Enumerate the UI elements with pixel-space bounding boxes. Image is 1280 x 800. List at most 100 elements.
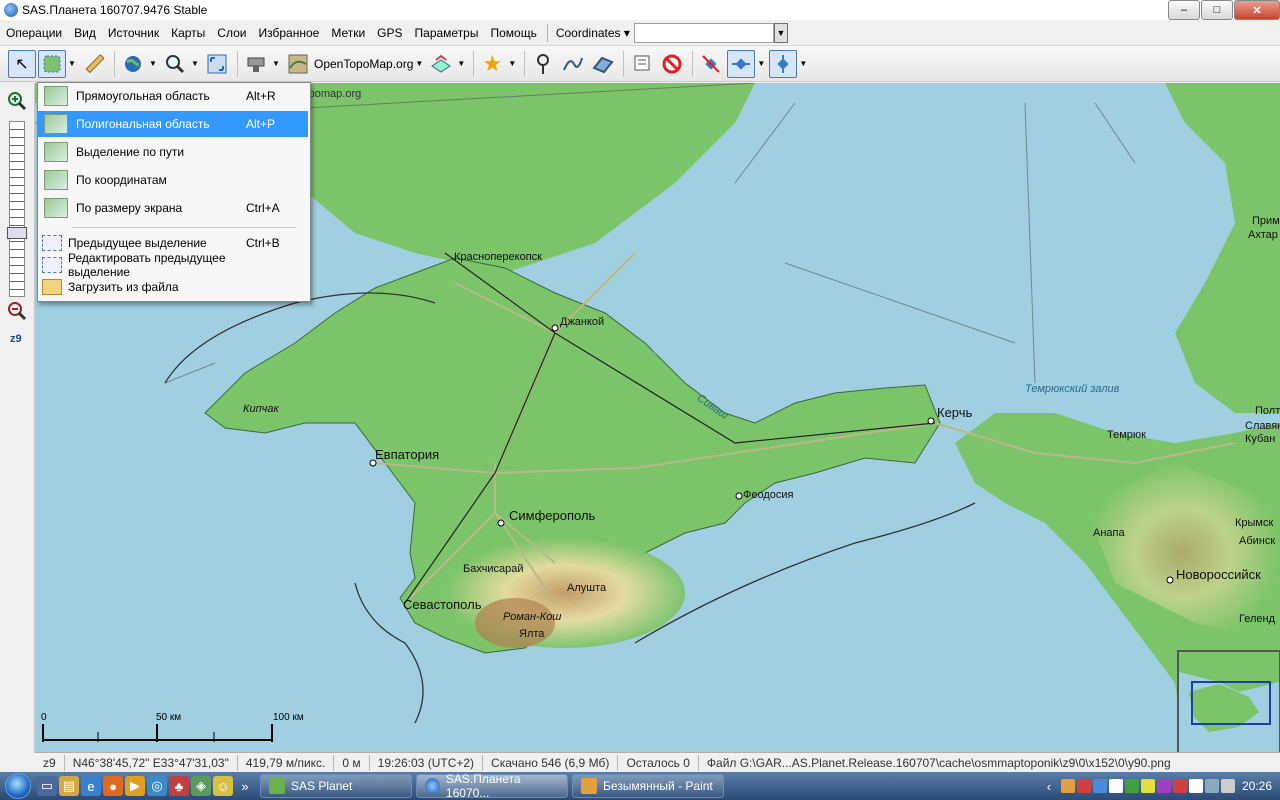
pointer-tool-button[interactable]: ↖	[8, 49, 36, 78]
selection-tool-button[interactable]	[38, 49, 66, 78]
gps-track-button[interactable]	[769, 49, 798, 78]
label-slavyan: Славян	[1245, 420, 1280, 432]
app-icon-1[interactable]: ◎	[147, 776, 167, 796]
tray-expand-icon[interactable]: ‹	[1039, 776, 1059, 796]
coordinates-dropdown[interactable]: Coordinates ▾	[552, 26, 634, 40]
menu-view[interactable]: Вид	[68, 26, 102, 40]
map-source-icon-button[interactable]	[284, 50, 312, 78]
minimap[interactable]	[1177, 650, 1280, 756]
selection-dropdown-menu: Прямоугольная область Alt+R Полигональна…	[37, 82, 311, 302]
app-icon-3[interactable]: ◈	[191, 776, 211, 796]
menu-source[interactable]: Источник	[102, 26, 165, 40]
add-placemark-button[interactable]	[529, 50, 557, 78]
zoom-in-button[interactable]	[7, 91, 27, 114]
system-tray: ‹ 20:26	[1038, 772, 1280, 800]
label-prim: Прим	[1252, 215, 1280, 227]
quick-launch-more-icon[interactable]: »	[235, 776, 255, 796]
network-icon[interactable]	[1204, 779, 1219, 793]
zoom-out-button[interactable]	[7, 301, 27, 324]
ie-icon[interactable]: e	[81, 776, 101, 796]
menu-layers[interactable]: Слои	[211, 26, 252, 40]
layers-dropdown-arrow[interactable]: ▼	[457, 59, 465, 68]
close-button[interactable]: ✕	[1234, 0, 1280, 20]
taskbar-button-paint[interactable]: Безымянный - Paint	[572, 774, 724, 798]
menu-marks[interactable]: Метки	[325, 26, 371, 40]
maximize-button[interactable]: □	[1201, 0, 1233, 20]
favorites-button[interactable]: ★	[478, 50, 506, 78]
map-source-label[interactable]: OpenTopoMap.org	[314, 57, 413, 71]
label-temryuk-bay: Темрюкский залив	[1025, 383, 1120, 395]
label-akhtar: Ахтар	[1248, 229, 1278, 241]
menu-item-edit-previous-selection[interactable]: Редактировать предыдущее выделение	[38, 251, 308, 279]
app-icon-2[interactable]: ♣	[169, 776, 189, 796]
minimize-button[interactable]: –	[1168, 0, 1200, 20]
zoom-slider-thumb[interactable]	[7, 227, 27, 239]
taskbar-button-sas-planeta[interactable]: SAS.Планета 16070...	[416, 772, 568, 800]
label-feodosia: Феодосия	[743, 489, 794, 501]
volume-icon[interactable]	[1220, 779, 1235, 793]
menu-gps[interactable]: GPS	[371, 26, 408, 40]
taskbar-button-sas-planet[interactable]: SAS Planet	[260, 774, 412, 798]
menu-maps[interactable]: Карты	[165, 26, 211, 40]
map-source-dropdown-arrow[interactable]: ▼	[415, 59, 423, 68]
tray-icon-1[interactable]	[1060, 779, 1075, 793]
zoom-slider[interactable]	[9, 121, 25, 297]
toolbar-separator	[237, 50, 238, 77]
menu-item-by-screen-size[interactable]: По размеру экрана Ctrl+A	[38, 195, 308, 221]
toolbar-separator	[524, 50, 526, 77]
gps-track-dropdown-arrow[interactable]: ▼	[799, 59, 807, 68]
status-coordinates: N46°38'45,72" E33°47'31,03"	[65, 755, 238, 771]
firefox-icon[interactable]: ●	[103, 776, 123, 796]
media-player-icon[interactable]: ▶	[125, 776, 145, 796]
taskbar-clock[interactable]: 20:26	[1242, 779, 1272, 793]
menu-item-polygon-area[interactable]: Полигональная область Alt+P	[38, 111, 308, 137]
tray-icon-6[interactable]	[1140, 779, 1155, 793]
globe-button[interactable]	[119, 50, 147, 78]
menu-item-rectangle-area[interactable]: Прямоугольная область Alt+R	[38, 83, 308, 109]
layers-button[interactable]	[427, 50, 455, 78]
menu-operations[interactable]: Операции	[0, 26, 68, 40]
label-kuban: Кубан	[1245, 433, 1276, 445]
coordinates-input-dropdown[interactable]: ▼	[773, 23, 788, 43]
satellite-dropdown-arrow[interactable]: ▼	[272, 59, 280, 68]
fullscreen-icon	[207, 54, 227, 73]
fullscreen-button[interactable]	[203, 50, 231, 78]
tray-icon-8[interactable]	[1172, 779, 1187, 793]
menu-help[interactable]: Помощь	[484, 26, 542, 40]
menu-item-load-from-file[interactable]: Загрузить из файла	[38, 276, 308, 298]
explorer-icon[interactable]: ▤	[59, 776, 79, 796]
menu-item-by-coordinates[interactable]: По координатам	[38, 167, 308, 193]
tray-icon-2[interactable]	[1076, 779, 1091, 793]
add-path-button[interactable]	[559, 50, 587, 78]
gps-dropdown-arrow[interactable]: ▼	[757, 59, 765, 68]
tray-icon-9[interactable]	[1188, 779, 1203, 793]
tray-icon-3[interactable]	[1092, 779, 1107, 793]
tray-icon-5[interactable]	[1124, 779, 1139, 793]
zoom-dropdown-arrow[interactable]: ▼	[191, 59, 199, 68]
zoom-button[interactable]	[161, 50, 189, 78]
show-desktop-icon[interactable]: ▭	[37, 776, 57, 796]
coordinates-input[interactable]	[633, 23, 774, 43]
hide-marks-button[interactable]	[658, 50, 686, 78]
menu-item-path-selection[interactable]: Выделение по пути	[38, 139, 308, 165]
tray-icon-7[interactable]	[1156, 779, 1171, 793]
gps-satellite-icon	[732, 57, 751, 70]
gps-connect-button[interactable]	[727, 49, 756, 78]
gps-off-button[interactable]	[697, 50, 725, 78]
add-polygon-button[interactable]	[589, 50, 617, 78]
label-kerch: Керчь	[937, 405, 973, 420]
globe-dropdown-arrow[interactable]: ▼	[149, 59, 157, 68]
ruler-tool-button[interactable]	[80, 50, 108, 78]
favorites-dropdown-arrow[interactable]: ▼	[508, 59, 516, 68]
selection-dropdown-arrow[interactable]: ▼	[68, 59, 76, 68]
tray-icon-4[interactable]	[1108, 779, 1123, 793]
app-icon-4[interactable]: ☺	[213, 776, 233, 796]
start-button[interactable]	[0, 772, 36, 800]
label-krymsk: Крымск	[1235, 517, 1274, 529]
marks-list-button[interactable]	[628, 50, 656, 78]
menu-favorites[interactable]: Избранное	[252, 26, 325, 40]
menu-settings[interactable]: Параметры	[409, 26, 485, 40]
toolbar-separator	[692, 50, 694, 77]
satellite-button[interactable]	[242, 50, 270, 78]
label-temryuk: Темрюк	[1107, 429, 1146, 441]
